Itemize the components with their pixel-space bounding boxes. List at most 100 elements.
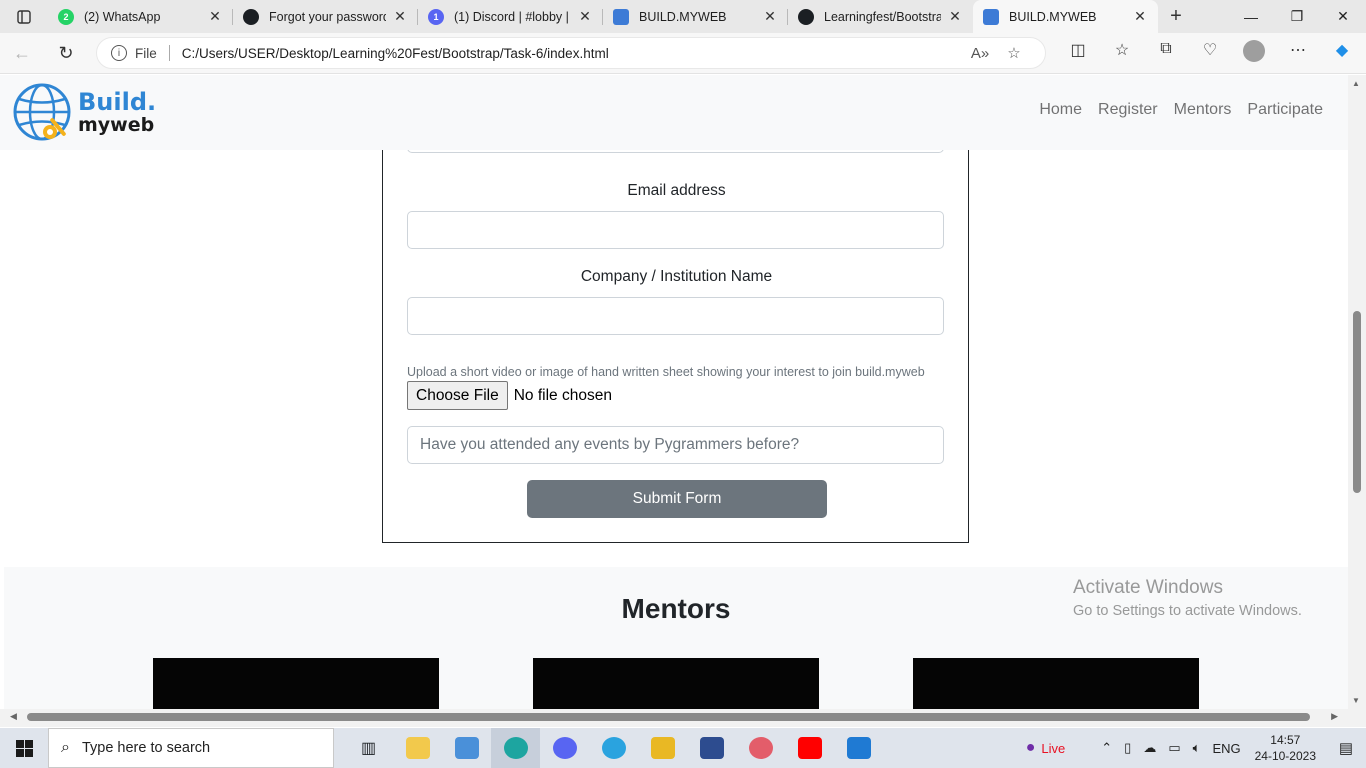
github-icon (798, 8, 814, 25)
restore-icon[interactable]: ❐ (1274, 0, 1320, 33)
profile-avatar[interactable] (1232, 39, 1276, 67)
address-bar[interactable]: i File C:/Users/USER/Desktop/Learning%20… (96, 37, 1046, 69)
close-tab-icon[interactable]: ✕ (392, 8, 408, 25)
company-label: Company / Institution Name (580, 268, 773, 285)
tab-discord[interactable]: 1 (1) Discord | #lobby | C ✕ (418, 0, 603, 33)
url-text[interactable]: C:/Users/USER/Desktop/Learning%20Fest/Bo… (182, 46, 963, 61)
activate-windows-watermark: Activate Windows Go to Settings to activ… (1073, 577, 1302, 619)
nav-link-home[interactable]: Home (1039, 101, 1082, 119)
battery-icon[interactable]: ▭ (1168, 740, 1180, 756)
more-options-icon[interactable]: ⋯ (1276, 40, 1320, 67)
split-screen-icon[interactable]: ◫ (1056, 40, 1100, 67)
browser-essentials-icon[interactable]: ♡ (1188, 40, 1232, 67)
info-icon[interactable]: i (111, 45, 127, 61)
volume-icon[interactable]: 🔈︎ (1193, 740, 1201, 756)
search-placeholder: Type here to search (81, 740, 211, 756)
edge-browser-icon[interactable] (491, 728, 540, 768)
tab-title: BUILD.MYWEB (639, 9, 727, 24)
read-aloud-icon[interactable]: A» (963, 45, 997, 62)
minimize-icon[interactable]: — (1228, 0, 1274, 33)
tab-github-learningfest[interactable]: Learningfest/Bootstrap ✕ (788, 0, 973, 33)
horizontal-scrollbar[interactable]: ◀ ▶ (0, 709, 1348, 727)
tab-buildmyweb[interactable]: BUILD.MYWEB ✕ (603, 0, 788, 33)
horizontal-scroll-thumb[interactable] (27, 713, 1310, 721)
favorites-icon[interactable]: ☆ (1100, 40, 1144, 67)
close-tab-icon[interactable]: ✕ (1132, 8, 1148, 25)
globe-logo-icon (12, 82, 76, 142)
company-field[interactable] (407, 297, 944, 335)
network-icon[interactable]: ☁ (1143, 740, 1156, 756)
copilot-icon[interactable]: ◆ (1320, 40, 1364, 67)
dev-app-icon[interactable] (687, 728, 736, 768)
file-input: Choose File No file chosen (407, 381, 612, 410)
tab-buildmyweb-active[interactable]: BUILD.MYWEB ✕ (973, 0, 1158, 33)
notifications-icon[interactable]: ▤ (1326, 739, 1366, 757)
tab-title: (2) WhatsApp (84, 9, 161, 24)
nav-link-participate[interactable]: Participate (1247, 101, 1323, 119)
contacts-app-icon[interactable] (638, 728, 687, 768)
vscode-icon[interactable] (834, 728, 883, 768)
chrome-discord-icon[interactable] (540, 728, 589, 768)
windows-start-icon[interactable] (0, 728, 48, 768)
telegram-icon[interactable] (589, 728, 638, 768)
email-field[interactable] (407, 211, 944, 249)
task-view-icon[interactable]: ▥ (344, 728, 393, 768)
tab-actions-icon[interactable] (0, 0, 48, 33)
microsoft-store-icon[interactable] (442, 728, 491, 768)
vertical-scroll-thumb[interactable] (1353, 311, 1361, 493)
scroll-left-icon[interactable]: ◀ (10, 711, 17, 722)
no-file-text: No file chosen (513, 386, 612, 404)
site-logo[interactable]: Build. myweb (12, 82, 156, 142)
tab-title: Forgot your password? (269, 9, 386, 24)
address-divider (168, 45, 170, 61)
upload-note: Upload a short video or image of hand wr… (407, 365, 925, 379)
device-icon[interactable]: ▯ (1124, 740, 1131, 756)
taskbar-search[interactable]: ⌕ Type here to search (48, 728, 334, 768)
close-tab-icon[interactable]: ✕ (947, 8, 963, 25)
watermark-title: Activate Windows (1073, 577, 1223, 598)
windows-taskbar: ⌕ Type here to search ▥ ● Live ⌃ ▯ ☁ ▭ 🔈… (0, 728, 1366, 768)
close-tab-icon[interactable]: ✕ (577, 8, 593, 25)
scroll-up-icon[interactable]: ▲ (1352, 79, 1360, 88)
paint-app-icon[interactable] (736, 728, 785, 768)
tab-github-forgot-password[interactable]: Forgot your password? ✕ (233, 0, 418, 33)
close-window-icon[interactable]: ✕ (1320, 0, 1366, 33)
browser-toolbar: ← ↻ i File C:/Users/USER/Desktop/Learnin… (0, 33, 1366, 74)
clock-date: 24-10-2023 (1254, 749, 1316, 763)
nav-link-register[interactable]: Register (1098, 101, 1158, 119)
language-indicator[interactable]: ENG (1212, 741, 1240, 756)
live-icon[interactable]: ● (1026, 739, 1036, 757)
new-tab-button[interactable]: + (1158, 0, 1194, 33)
taskbar-apps: ▥ (344, 728, 883, 768)
favorite-star-icon[interactable]: ☆ (997, 44, 1031, 62)
tab-whatsapp[interactable]: 2 (2) WhatsApp ✕ (48, 0, 233, 33)
logo-text: Build. myweb (78, 90, 156, 135)
search-icon: ⌕ (61, 739, 70, 756)
youtube-icon[interactable] (785, 728, 834, 768)
scroll-right-icon[interactable]: ▶ (1331, 711, 1338, 722)
back-icon[interactable]: ← (0, 35, 44, 71)
scroll-down-icon[interactable]: ▼ (1352, 696, 1360, 705)
page-icon (983, 8, 999, 25)
whatsapp-icon: 2 (58, 8, 74, 25)
scrollbar-corner (1348, 709, 1366, 727)
window-controls: — ❐ ✕ (1228, 0, 1366, 33)
nav-link-mentors[interactable]: Mentors (1174, 101, 1232, 119)
refresh-icon[interactable]: ↻ (44, 35, 88, 71)
events-input[interactable]: Have you attended any events by Pygramme… (407, 426, 944, 464)
show-hidden-icons-chevron-icon[interactable]: ⌃ (1101, 740, 1112, 756)
close-tab-icon[interactable]: ✕ (207, 8, 223, 25)
site-nav-links: Home Register Mentors Participate (1039, 101, 1323, 119)
clock[interactable]: 14:57 24-10-2023 (1255, 732, 1316, 764)
clock-time: 14:57 (1270, 733, 1301, 747)
address-scheme-label: File (135, 45, 157, 61)
collections-icon[interactable]: ⧉ (1144, 40, 1188, 67)
close-tab-icon[interactable]: ✕ (762, 8, 778, 25)
choose-file-button[interactable]: Choose File (407, 381, 508, 410)
live-label[interactable]: Live (1041, 741, 1065, 756)
submit-form-button[interactable]: Submit Form (527, 480, 827, 518)
vertical-scrollbar[interactable]: ▲ ▼ (1348, 75, 1366, 709)
file-explorer-icon[interactable] (393, 728, 442, 768)
tab-title: (1) Discord | #lobby | C (454, 9, 571, 24)
logo-line-1: Build. (78, 87, 157, 116)
